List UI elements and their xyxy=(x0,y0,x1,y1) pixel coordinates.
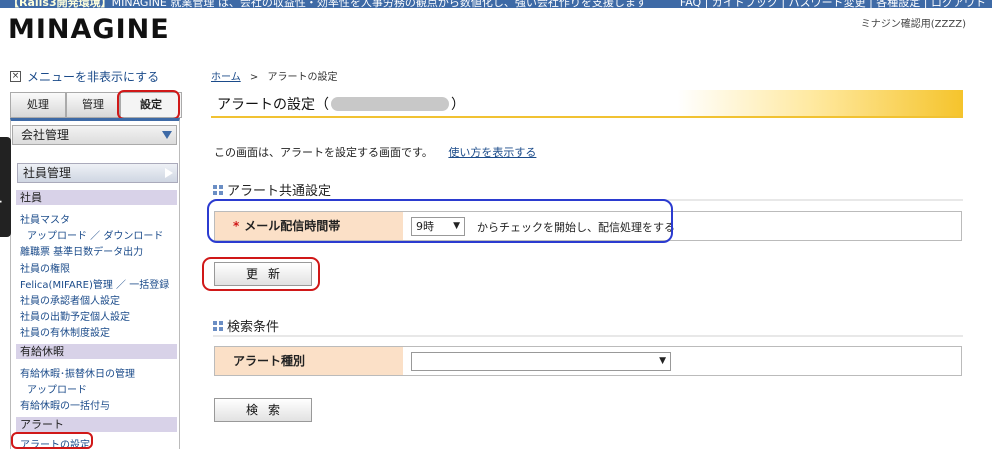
search-heading: 検索条件 xyxy=(227,320,280,335)
alert-type-label: アラート種別 xyxy=(215,347,403,375)
tab-process[interactable]: 処理 xyxy=(10,92,66,118)
sidebar-item-upload-download[interactable]: アップロード ／ ダウンロード xyxy=(27,227,163,242)
hide-menu-link[interactable]: × メニューを非表示にする xyxy=(10,68,159,85)
sidebar-item-leave-management[interactable]: 有給休暇･振替休日の管理 xyxy=(20,365,135,380)
password-link[interactable]: パスワード変更 xyxy=(789,0,866,8)
sidebar-section-alert: アラート xyxy=(16,417,177,432)
section-heading-search: 検索条件 xyxy=(213,316,279,335)
section-divider xyxy=(213,335,963,337)
grid-square-icon xyxy=(213,320,223,331)
breadcrumb-home[interactable]: ホーム xyxy=(211,72,241,83)
guidebook-link[interactable]: ガイドブック xyxy=(712,0,778,8)
sidebar-section-paid-leave: 有給休暇 xyxy=(16,344,177,359)
sidebar-item-bulk-grant[interactable]: 有給休暇の一括付与 xyxy=(20,397,110,412)
top-bar: 【Rails3開発環境】MINAGINE 就業管理 は、会社の収益性・効率性を人… xyxy=(0,0,992,8)
company-menu-label: 会社管理 xyxy=(21,128,70,142)
page-title: アラートの設定（ ） xyxy=(217,94,465,114)
support-tab[interactable]: support xyxy=(0,137,11,237)
chevron-down-icon xyxy=(162,131,172,139)
sidebar-item-attendance-plan[interactable]: 社員の出勤予定個人設定 xyxy=(20,308,130,323)
breadcrumb-current: アラートの設定 xyxy=(267,72,338,83)
faq-link[interactable]: FAQ xyxy=(680,0,701,8)
top-tagline: 【Rails3開発環境】MINAGINE 就業管理 は、会社の収益性・効率性を人… xyxy=(8,0,647,8)
sidebar-section-employee: 社員 xyxy=(16,190,177,205)
settings-link[interactable]: 各種設定 xyxy=(876,0,920,8)
annotation-circle-update-button xyxy=(202,257,320,291)
alert-type-row: アラート種別 ▼ xyxy=(214,346,962,376)
help-link[interactable]: 使い方を表示する xyxy=(448,146,536,159)
alert-type-select[interactable]: ▼ xyxy=(411,352,671,371)
logout-link[interactable]: ログアウト xyxy=(931,0,986,8)
sidebar-item-leave-upload[interactable]: アップロード xyxy=(27,381,87,396)
employee-menu-dropdown[interactable]: 社員管理 xyxy=(17,163,178,183)
sidebar-item-paid-leave-system[interactable]: 社員の有休制度設定 xyxy=(20,324,110,339)
hide-menu-label: メニューを非表示にする xyxy=(27,70,160,84)
breadcrumb-sep: > xyxy=(249,72,259,83)
employee-menu-label: 社員管理 xyxy=(23,166,72,180)
breadcrumb: ホーム > アラートの設定 xyxy=(211,68,337,83)
company-name: ミナジン確認用(ZZZZ) xyxy=(860,19,966,30)
chevron-down-icon: ▼ xyxy=(659,356,666,366)
chevron-right-icon xyxy=(165,168,173,178)
search-button[interactable]: 検索 xyxy=(214,398,312,422)
page-title-bar: アラートの設定（ ） xyxy=(211,90,963,118)
annotation-circle-settings-tab xyxy=(117,90,180,120)
sidebar-item-employee-permissions[interactable]: 社員の権限 xyxy=(20,260,70,275)
page-title-prefix: アラートの設定（ xyxy=(217,97,329,113)
env-label: 【Rails3開発環境】 xyxy=(8,0,112,8)
sidebar-item-felica[interactable]: Felica(MIFARE)管理 ／ 一括登録 xyxy=(20,276,169,291)
logo[interactable]: MINAGINE xyxy=(8,14,170,45)
intro-text-row: この画面は、アラートを設定する画面です。 使い方を表示する xyxy=(214,144,536,160)
support-label: support xyxy=(0,160,3,205)
redacted-company-mask xyxy=(331,97,449,111)
tagline: MINAGINE 就業管理 は、会社の収益性・効率性を人事労務の観点から数値化し… xyxy=(111,0,647,8)
intro-text: この画面は、アラートを設定する画面です。 xyxy=(214,146,433,159)
grid-square-icon xyxy=(213,184,223,195)
top-links: FAQ | ガイドブック | パスワード変更 | 各種設定 | ログアウト xyxy=(680,0,986,8)
company-menu-dropdown[interactable]: 会社管理 xyxy=(12,125,177,145)
tab-manage[interactable]: 管理 xyxy=(66,92,120,118)
section-heading-common: アラート共通設定 xyxy=(213,180,331,199)
close-box-icon: × xyxy=(10,71,21,82)
common-heading: アラート共通設定 xyxy=(227,184,332,199)
sidebar-item-employee-master[interactable]: 社員マスタ xyxy=(20,211,70,226)
sidebar-item-approver-settings[interactable]: 社員の承認者個人設定 xyxy=(20,292,120,307)
annotation-circle-mail-time xyxy=(207,199,673,243)
page-title-suffix: ） xyxy=(451,97,465,113)
annotation-circle-alert-link xyxy=(11,432,93,449)
sidebar-item-separation-days[interactable]: 離職票 基準日数データ出力 xyxy=(20,243,143,258)
